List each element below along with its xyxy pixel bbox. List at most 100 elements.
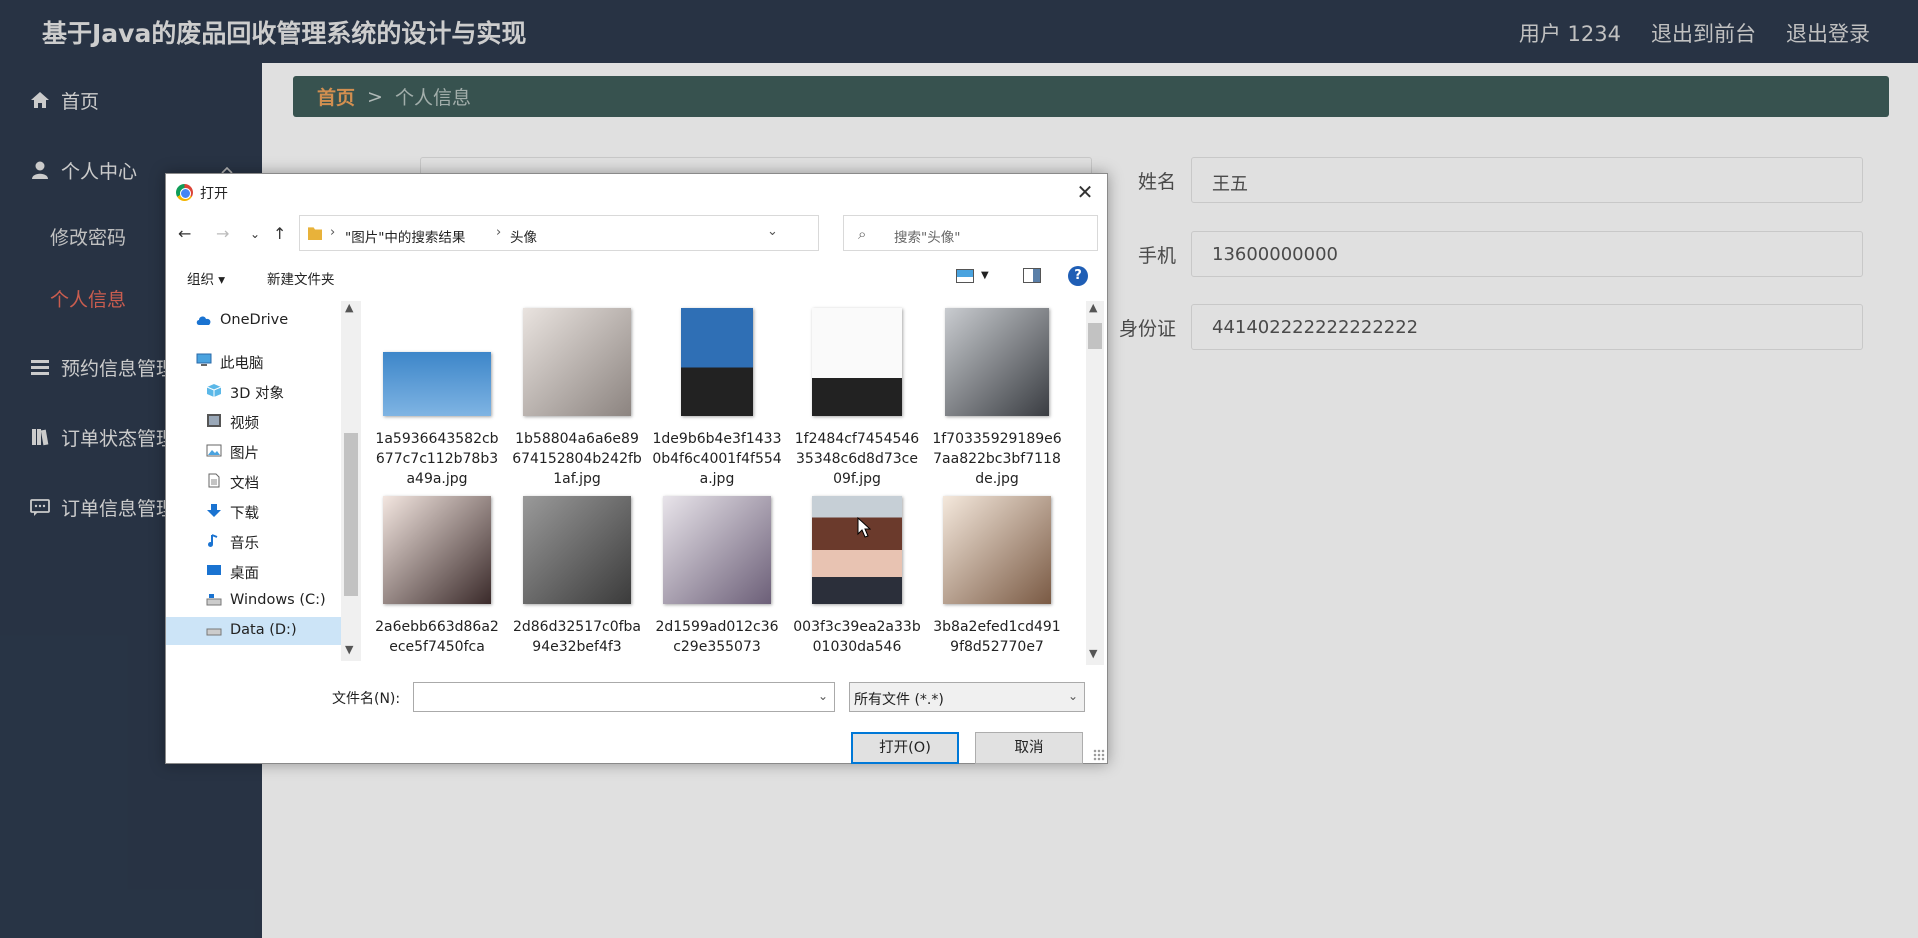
tree-item-videos[interactable]: 视频 [166, 407, 341, 435]
file-grid: 1a5936643582cb677c7c112b78b3a49a.jpg 1b5… [366, 305, 1078, 665]
chrome-icon [176, 184, 193, 201]
filename-label: 文件名(N): [332, 691, 401, 707]
file-grid-scrollbar-thumb[interactable] [1088, 323, 1102, 349]
tree-item-label: Data (D:) [230, 622, 297, 638]
address-dropdown-icon[interactable]: ⌄ [767, 224, 778, 239]
tree-item-windows-c[interactable]: Windows (C:) [166, 587, 341, 615]
image-thumbnail [663, 496, 771, 604]
file-name: 1f70335929189e67aa822bc3bf7118de.jpg [932, 431, 1062, 487]
tree-item-label: 文档 [230, 476, 259, 492]
file-item[interactable]: 2a6ebb663d86a2ece5f7450fca [372, 493, 502, 665]
tree-item-label: 下载 [230, 506, 259, 522]
back-arrow-icon[interactable]: ← [178, 224, 191, 243]
new-folder-button[interactable]: 新建文件夹 [267, 268, 335, 288]
document-icon [208, 473, 220, 488]
dialog-footer: 文件名(N): ⌄ 所有文件 (*.*) ⌄ 打开(O) 取消 [166, 674, 1107, 764]
navigation-tree: OneDrive 此电脑 3D 对象 视频 图片 文档 下载 音乐 桌面 Win… [166, 295, 361, 665]
image-thumbnail [812, 496, 902, 604]
tree-item-desktop[interactable]: 桌面 [166, 557, 341, 585]
tree-item-music[interactable]: 音乐 [166, 527, 341, 555]
tree-scrollbar-thumb[interactable] [344, 433, 358, 596]
view-options-icon[interactable] [956, 269, 974, 283]
cube-icon [206, 384, 222, 397]
desktop-icon [207, 565, 221, 575]
file-name: 003f3c39ea2a33b01030da546 [793, 619, 921, 655]
music-icon [208, 534, 218, 547]
picture-icon [206, 444, 222, 457]
dialog-title: 打开 [200, 186, 228, 202]
tree-item-data-d[interactable]: Data (D:) [166, 617, 341, 645]
chevron-right-icon: › [330, 225, 336, 240]
file-item[interactable]: 2d86d32517c0fba94e32bef4f3 [512, 493, 642, 665]
file-item[interactable]: 1de9b6b4e3f14330b4f6c4001f4f554a.jpg [652, 305, 782, 495]
cloud-icon [196, 316, 211, 325]
scroll-down-icon[interactable]: ▼ [345, 643, 353, 656]
scroll-up-icon[interactable]: ▲ [345, 301, 353, 314]
tree-item-label: 视频 [230, 416, 259, 432]
file-grid-scrollbar[interactable]: ▲ ▼ [1086, 301, 1104, 665]
scroll-down-icon[interactable]: ▼ [1089, 647, 1097, 660]
file-item[interactable]: 1f70335929189e67aa822bc3bf7118de.jpg [932, 305, 1062, 495]
cancel-button[interactable]: 取消 [975, 732, 1083, 764]
tree-item-label: OneDrive [220, 312, 289, 328]
tree-item-pictures[interactable]: 图片 [166, 437, 341, 465]
image-thumbnail [812, 308, 902, 416]
help-icon[interactable]: ? [1068, 266, 1088, 286]
file-name: 1a5936643582cb677c7c112b78b3a49a.jpg [375, 431, 499, 487]
address-bar[interactable]: › "图片"中的搜索结果 › 头像 ⌄ ↻ [299, 215, 957, 251]
chevron-right-icon: › [496, 225, 502, 240]
address-segment-search-results[interactable]: "图片"中的搜索结果 [345, 226, 465, 246]
view-dropdown-icon[interactable]: ▼ [981, 270, 989, 281]
tree-item-label: Windows (C:) [230, 592, 326, 608]
dialog-navigation-bar: ← → ⌄ ↑ › "图片"中的搜索结果 › 头像 ⌄ ↻ ⌕ 搜索"头像" [166, 210, 1107, 256]
image-thumbnail [943, 496, 1051, 604]
drive-icon [206, 594, 222, 606]
download-icon [207, 504, 221, 517]
image-thumbnail [383, 352, 491, 416]
file-item[interactable]: 1f2484cf745454635348c6d8d73ce09f.jpg [792, 305, 922, 495]
search-placeholder: 搜索"头像" [894, 230, 961, 246]
address-segment-avatar[interactable]: 头像 [510, 226, 537, 246]
preview-pane-icon[interactable] [1023, 268, 1041, 283]
dialog-title-bar: 打开 ✕ [166, 174, 1107, 210]
filename-input[interactable]: ⌄ [413, 682, 835, 712]
tree-item-label: 桌面 [230, 566, 259, 582]
filetype-select[interactable]: 所有文件 (*.*) ⌄ [849, 682, 1085, 712]
file-name: 2a6ebb663d86a2ece5f7450fca [375, 619, 499, 655]
file-item[interactable]: 1b58804a6a6e89674152804b242fb1af.jpg [512, 305, 642, 495]
tree-item-label: 图片 [230, 446, 259, 462]
tree-item-documents[interactable]: 文档 [166, 467, 341, 495]
image-thumbnail [681, 308, 753, 416]
recent-locations-chevron-icon[interactable]: ⌄ [250, 227, 260, 241]
file-item[interactable]: 1a5936643582cb677c7c112b78b3a49a.jpg [372, 305, 502, 495]
computer-icon [196, 353, 212, 366]
scroll-up-icon[interactable]: ▲ [1089, 301, 1097, 314]
file-item[interactable]: 2d1599ad012c36c29e355073 [652, 493, 782, 665]
up-arrow-icon[interactable]: ↑ [273, 224, 286, 243]
forward-arrow-icon[interactable]: → [216, 224, 229, 243]
tree-item-this-pc[interactable]: 此电脑 [166, 347, 341, 375]
tree-item-label: 3D 对象 [230, 386, 284, 402]
search-icon: ⌕ [858, 225, 867, 243]
file-name: 1f2484cf745454635348c6d8d73ce09f.jpg [794, 431, 920, 487]
file-name: 2d1599ad012c36c29e355073 [655, 619, 779, 655]
image-thumbnail [523, 496, 631, 604]
tree-item-label: 音乐 [230, 536, 259, 552]
file-item[interactable]: 3b8a2efed1cd4919f8d52770e7 [932, 493, 1062, 665]
tree-scrollbar[interactable]: ▲ ▼ [341, 301, 361, 661]
tree-item-downloads[interactable]: 下载 [166, 497, 341, 525]
chevron-down-icon[interactable]: ⌄ [818, 689, 828, 703]
organize-menu[interactable]: 组织 ▾ [187, 268, 225, 288]
search-input[interactable]: ⌕ 搜索"头像" [843, 215, 1098, 251]
video-icon [207, 414, 221, 427]
drive-icon [206, 628, 222, 636]
open-button[interactable]: 打开(O) [851, 732, 959, 764]
tree-item-3d-objects[interactable]: 3D 对象 [166, 377, 341, 405]
close-icon[interactable]: ✕ [1071, 178, 1099, 206]
resize-grip-icon[interactable] [1093, 749, 1105, 761]
filetype-value: 所有文件 (*.*) [854, 692, 944, 708]
chevron-down-icon: ⌄ [1067, 689, 1078, 703]
file-name: 3b8a2efed1cd4919f8d52770e7 [933, 619, 1061, 655]
tree-item-label: 此电脑 [220, 356, 264, 372]
tree-item-onedrive[interactable]: OneDrive [166, 307, 341, 335]
